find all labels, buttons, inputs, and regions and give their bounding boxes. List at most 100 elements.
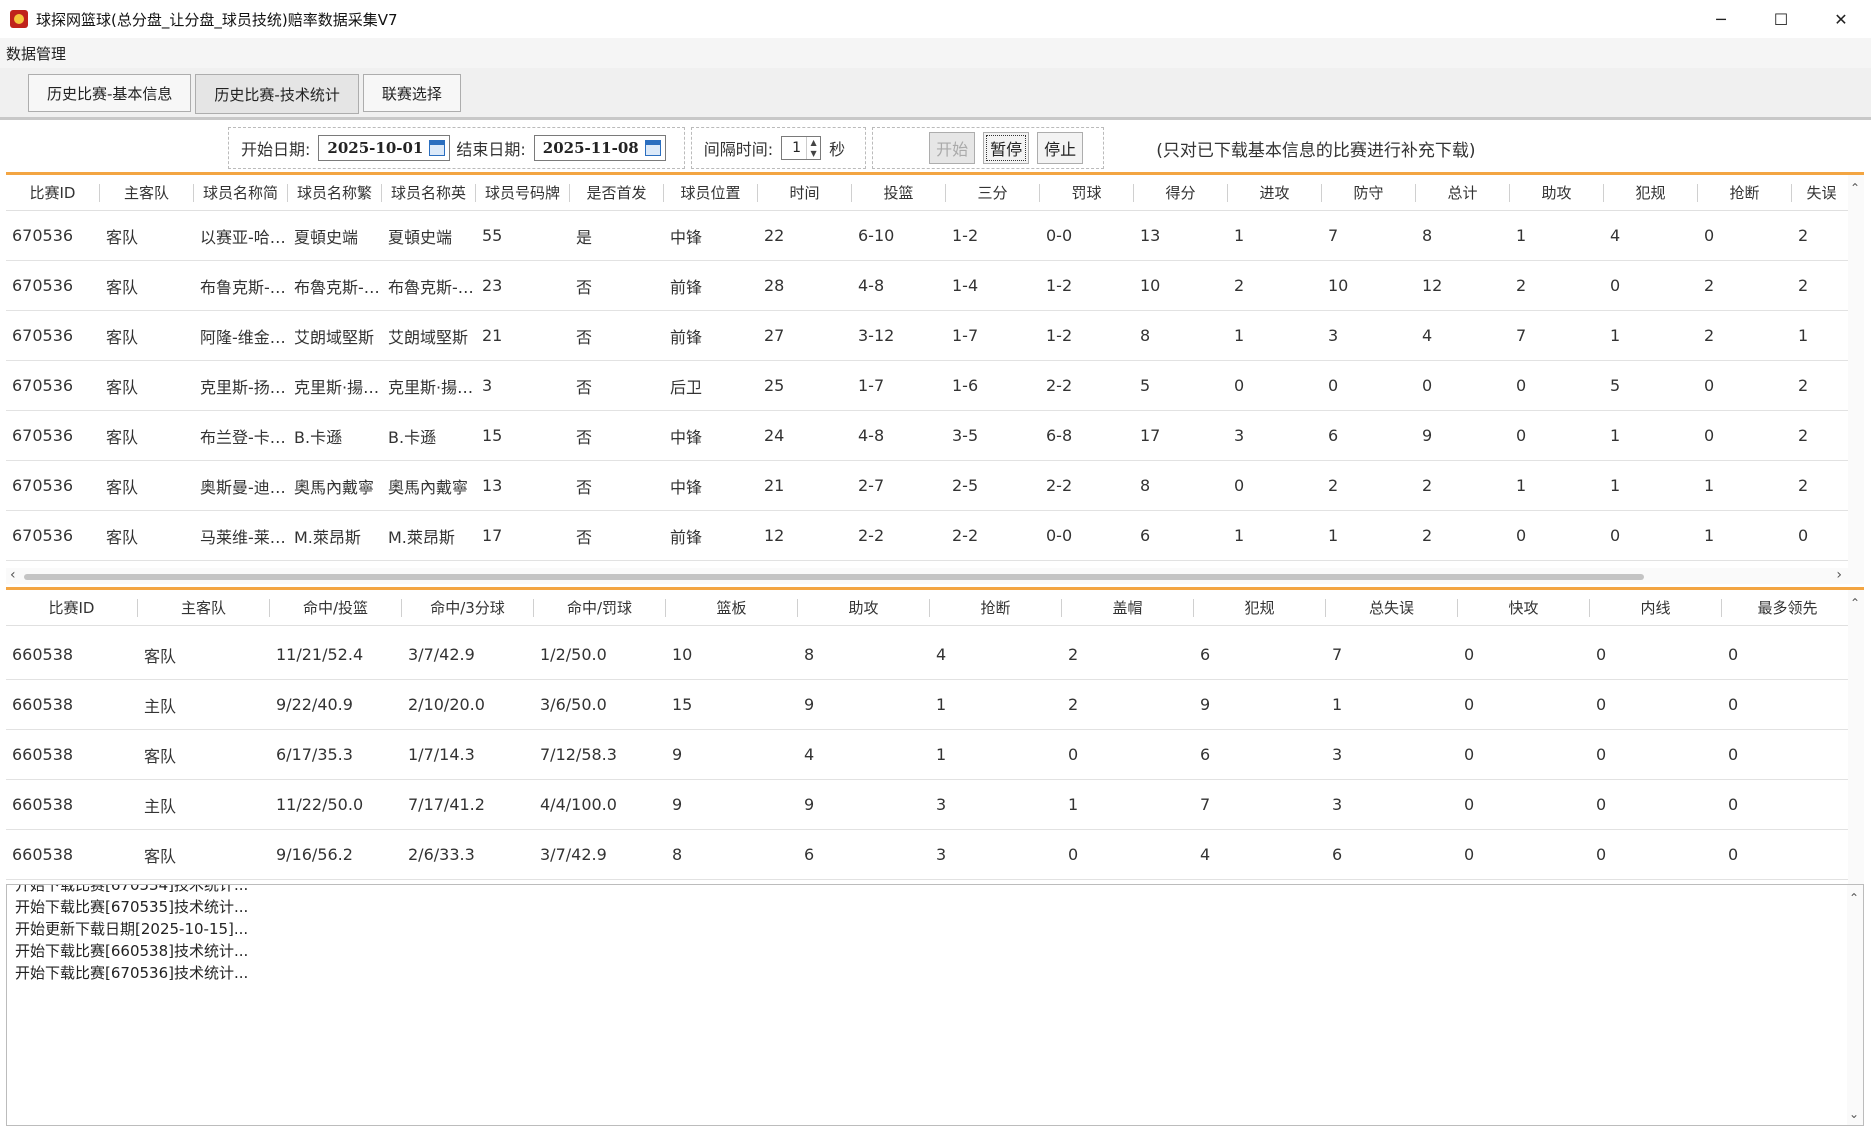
spin-down-icon[interactable]: ▼ bbox=[807, 148, 820, 159]
player-table-cell: 中锋 bbox=[670, 427, 703, 447]
team-table-cell: 客队 bbox=[144, 846, 177, 866]
scroll-up-icon[interactable]: ⌃ bbox=[1850, 596, 1860, 610]
team-column-header[interactable]: 犯规 bbox=[1194, 598, 1326, 617]
team-column-header[interactable]: 抢断 bbox=[930, 598, 1062, 617]
player-table-row[interactable]: 670536 客队 马莱维-莱… M.萊昂斯 M.萊昂斯 17 否前锋 12 2-2 2-2 0-0… bbox=[6, 511, 1864, 561]
menu-data-management[interactable]: 数据管理 bbox=[0, 43, 72, 64]
player-table-row[interactable]: 670536 客队 克里斯-扬… 克里斯·揚… 克里斯·揚… 3 否后卫 25 1-7 1-6 2-… bbox=[6, 361, 1864, 411]
player-table-row[interactable]: 670536 客队 布兰登-卡… B.卡遜 B.卡遜 15 否 中锋 24 4-8 3-5 6-8 17… bbox=[6, 411, 1864, 461]
team-column-header[interactable]: 最多领先 bbox=[1722, 598, 1854, 617]
team-table-cell: 9 bbox=[804, 795, 815, 814]
scroll-up-icon[interactable]: ⌃ bbox=[1850, 181, 1860, 195]
team-column-header[interactable]: 篮板 bbox=[666, 598, 798, 617]
team-column-header[interactable]: 盖帽 bbox=[1062, 598, 1194, 617]
log-output[interactable]: 开始下载比赛[670534]技术统计... 开始下载比赛[670535]技术统计.… bbox=[6, 884, 1864, 1126]
team-column-header[interactable]: 主客队 bbox=[138, 598, 270, 617]
player-column-header[interactable]: 球员名称繁 bbox=[288, 183, 382, 202]
team-table-cell: 6 bbox=[1200, 745, 1211, 764]
log-vscroll[interactable]: ⌃ ⌄ bbox=[1847, 885, 1863, 1125]
team-table-cell: 1/7/14.3 bbox=[408, 745, 475, 764]
maximize-button[interactable]: ☐ bbox=[1751, 0, 1811, 38]
player-column-header[interactable]: 失误 bbox=[1792, 183, 1852, 202]
team-column-header[interactable]: 助攻 bbox=[798, 598, 930, 617]
player-column-header[interactable]: 总计 bbox=[1416, 183, 1510, 202]
team-column-header[interactable]: 快攻 bbox=[1458, 598, 1590, 617]
player-table-cell: 艾朗域堅斯 bbox=[294, 327, 375, 347]
player-grid-hscroll[interactable]: ‹ › bbox=[6, 567, 1864, 584]
player-column-header[interactable]: 助攻 bbox=[1510, 183, 1604, 202]
player-table-cell: 3-12 bbox=[858, 326, 895, 345]
calendar-icon[interactable] bbox=[429, 140, 446, 156]
team-column-header[interactable]: 内线 bbox=[1590, 598, 1722, 617]
player-table-cell: 阿隆-维金… bbox=[200, 327, 286, 347]
player-table-cell: 21 bbox=[482, 326, 503, 345]
player-table-cell: 0 bbox=[1516, 376, 1527, 395]
team-table-row[interactable]: 660538 主队 11/22/50.0 7/17/41.2 4/4/100.0 9 9 3 1… bbox=[6, 780, 1864, 830]
start-button[interactable]: 开始 bbox=[929, 132, 976, 164]
team-table-cell: 11/21/52.4 bbox=[276, 645, 364, 664]
player-column-header[interactable]: 球员名称英 bbox=[382, 183, 476, 202]
player-table-cell: 10 bbox=[1328, 276, 1349, 295]
spin-up-icon[interactable]: ▲ bbox=[807, 137, 820, 148]
player-table-row[interactable]: 670536 客队 布鲁克斯-… 布魯克斯-… 布魯克斯-… 23 否 前锋 28 4-8 1-4 1… bbox=[6, 261, 1864, 311]
player-column-header[interactable]: 球员位置 bbox=[664, 183, 758, 202]
player-table-row[interactable]: 670536 客队 奥斯曼-迪… 奧馬內戴寧 奧馬內戴寧 13 否中锋 21 2-7 2-5 2-2… bbox=[6, 461, 1864, 511]
team-column-header[interactable]: 命中/3分球 bbox=[402, 598, 534, 617]
calendar-icon[interactable] bbox=[644, 140, 661, 156]
player-column-header[interactable]: 防守 bbox=[1322, 183, 1416, 202]
player-table-cell: 0 bbox=[1798, 526, 1809, 545]
team-column-header[interactable]: 总失误 bbox=[1326, 598, 1458, 617]
player-table-row[interactable]: 670536 客队 阿隆-维金… 艾朗域堅斯 艾朗域堅斯 21 否前锋 27 3-12 1-7 1-… bbox=[6, 311, 1864, 361]
team-table-row[interactable]: 660538 主队 9/22/40.9 2/10/20.0 3/6/50.0 15 9 1 2 9… bbox=[6, 680, 1864, 730]
player-table-cell: 670536 bbox=[12, 226, 74, 245]
team-table-row[interactable]: 660538 客队 9/16/56.2 2/6/33.3 3/7/42.9 8 6 3 0 4 6 0… bbox=[6, 830, 1864, 880]
tab-tech-stats[interactable]: 历史比赛-技术统计 bbox=[195, 74, 359, 114]
player-table-cell: 4 bbox=[1422, 326, 1433, 345]
player-table-cell: 2 bbox=[1422, 526, 1433, 545]
player-table-cell: 后卫 bbox=[670, 377, 703, 397]
player-table-row[interactable]: 670536 客队 以赛亚-哈… 夏頓史端 夏頓史端 55 是 中锋 22 6-10 1-2 0-0 1… bbox=[6, 211, 1864, 261]
player-column-header[interactable]: 抢断 bbox=[1698, 183, 1792, 202]
player-column-header[interactable]: 三分 bbox=[946, 183, 1040, 202]
player-column-header[interactable]: 投篮 bbox=[852, 183, 946, 202]
player-table-cell: 23 bbox=[482, 276, 503, 295]
player-column-header[interactable]: 是否首发 bbox=[570, 183, 664, 202]
player-column-header[interactable]: 比赛ID bbox=[6, 183, 100, 202]
player-grid-vscroll[interactable]: ⌃⌄ bbox=[1848, 175, 1864, 584]
player-column-header[interactable]: 犯规 bbox=[1604, 183, 1698, 202]
player-stats-grid[interactable]: 比赛ID 主客队 球员名称简 球员名称繁 球员名称英 球员号码牌 是否首发 球员位置 时间 投篮三… bbox=[6, 172, 1864, 584]
hscroll-thumb[interactable] bbox=[24, 574, 1644, 580]
tab-league-select[interactable]: 联赛选择 bbox=[362, 74, 461, 112]
scroll-right-icon[interactable]: › bbox=[1836, 567, 1842, 583]
player-column-header[interactable]: 时间 bbox=[758, 183, 852, 202]
stop-button[interactable]: 停止 bbox=[1037, 132, 1084, 164]
tab-basic-info[interactable]: 历史比赛-基本信息 bbox=[28, 74, 192, 112]
player-table-cell: 670536 bbox=[12, 526, 74, 545]
team-table-cell: 3 bbox=[1332, 745, 1343, 764]
start-date-picker[interactable]: 2025-10-01 bbox=[318, 135, 451, 161]
end-date-label: 结束日期: bbox=[456, 140, 526, 159]
player-column-header[interactable]: 球员号码牌 bbox=[476, 183, 570, 202]
player-column-header[interactable]: 进攻 bbox=[1228, 183, 1322, 202]
player-column-header[interactable]: 球员名称简 bbox=[194, 183, 288, 202]
minimize-button[interactable]: ─ bbox=[1691, 0, 1751, 38]
scroll-left-icon[interactable]: ‹ bbox=[10, 567, 16, 583]
team-column-header[interactable]: 命中/投篮 bbox=[270, 598, 402, 617]
team-table-row[interactable]: 660538 客队 6/17/35.3 1/7/14.3 7/12/58.3 9 4 1 0 6 3… bbox=[6, 730, 1864, 780]
player-column-header[interactable]: 得分 bbox=[1134, 183, 1228, 202]
team-column-header[interactable]: 比赛ID bbox=[6, 598, 138, 617]
player-table-cell: 1-6 bbox=[952, 376, 979, 395]
player-table-cell: 6-8 bbox=[1046, 426, 1073, 445]
player-column-header[interactable]: 罚球 bbox=[1040, 183, 1134, 202]
scroll-down-icon[interactable]: ⌄ bbox=[1849, 1107, 1859, 1121]
action-group: 开始 暂停 停止 bbox=[872, 127, 1105, 169]
end-date-picker[interactable]: 2025-11-08 bbox=[533, 135, 666, 161]
player-column-header[interactable]: 主客队 bbox=[100, 183, 194, 202]
team-table-row[interactable]: 660538 客队 11/21/52.4 3/7/42.9 1/2/50.0 10 8 4 2 6… bbox=[6, 630, 1864, 680]
team-column-header[interactable]: 命中/罚球 bbox=[534, 598, 666, 617]
close-button[interactable]: ✕ bbox=[1811, 0, 1871, 38]
scroll-up-icon[interactable]: ⌃ bbox=[1849, 891, 1859, 905]
player-table-cell: 17 bbox=[482, 526, 503, 545]
pause-button[interactable]: 暂停 bbox=[983, 132, 1030, 164]
interval-spinner[interactable]: 1 ▲ ▼ bbox=[781, 136, 822, 160]
